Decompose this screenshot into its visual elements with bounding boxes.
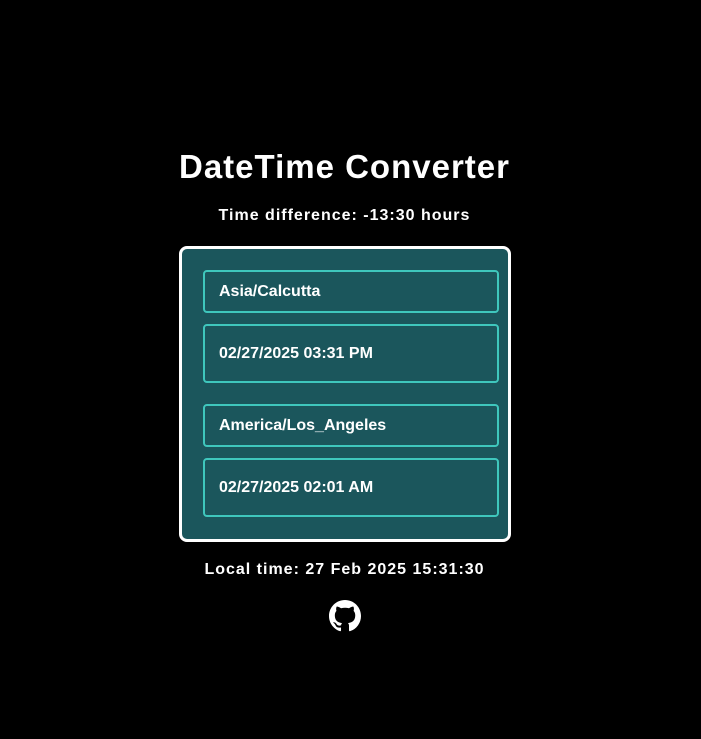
target-datetime-input[interactable]: 02/27/2025 02:01 AM <box>203 458 499 517</box>
github-icon <box>329 600 361 632</box>
target-timezone-select[interactable]: America/Los_Angeles <box>203 404 499 447</box>
time-difference-label: Time difference: -13:30 hours <box>218 207 471 224</box>
page: DateTime Converter Time difference: -13:… <box>0 0 701 739</box>
source-timezone-value: Asia/Calcutta <box>219 282 321 300</box>
source-datetime-input[interactable]: 02/27/2025 03:31 PM <box>203 324 499 383</box>
target-timezone-value: America/Los_Angeles <box>219 416 387 434</box>
source-datetime-value: 02/27/2025 03:31 PM <box>219 344 373 362</box>
source-timezone-select[interactable]: Asia/Calcutta <box>203 270 499 313</box>
page-title: DateTime Converter <box>178 148 510 185</box>
target-datetime-value: 02/27/2025 02:01 AM <box>219 478 374 496</box>
converter-panel: Asia/Calcutta 02/27/2025 03:31 PM Americ… <box>179 246 511 542</box>
local-time-label: Local time: 27 Feb 2025 15:31:30 <box>204 561 485 578</box>
github-link[interactable] <box>329 600 361 632</box>
